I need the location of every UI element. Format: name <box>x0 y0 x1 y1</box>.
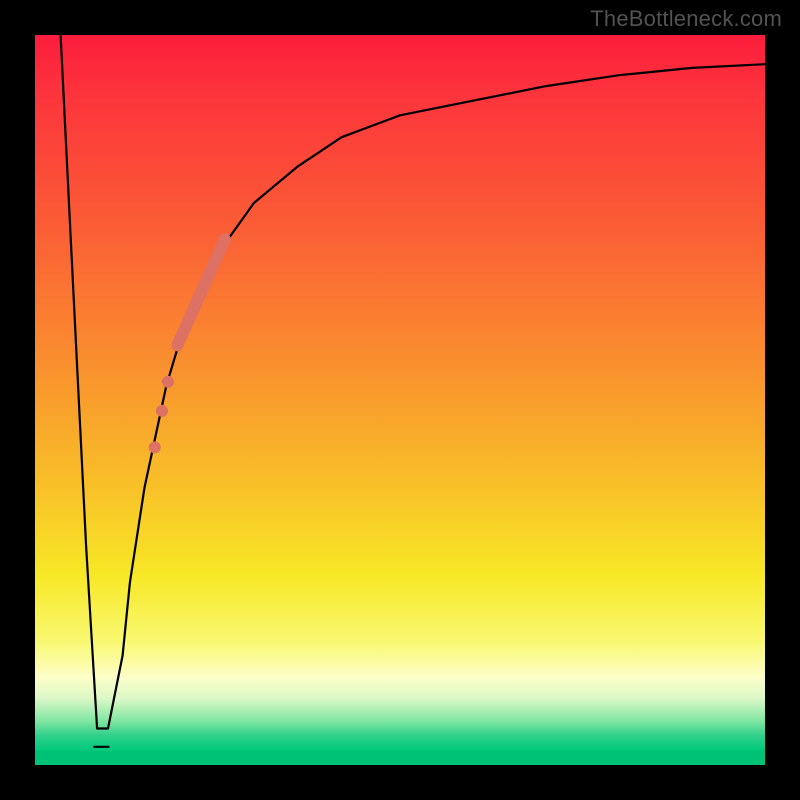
highlight-strip <box>177 239 225 345</box>
highlight-dot <box>149 441 161 453</box>
highlight-dot <box>156 405 168 417</box>
watermark-text: TheBottleneck.com <box>590 6 782 32</box>
curve-svg <box>35 35 765 765</box>
highlight-dot <box>162 376 174 388</box>
plot-area <box>35 35 765 765</box>
outer-frame: TheBottleneck.com <box>0 0 800 800</box>
highlight-dots <box>149 376 174 454</box>
